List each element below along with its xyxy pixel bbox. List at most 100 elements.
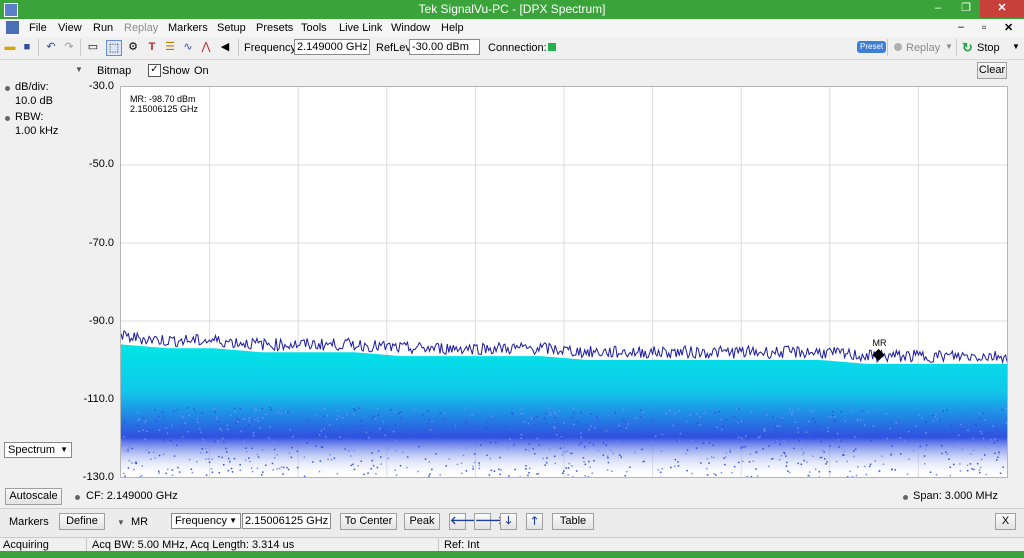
dpx-bitmap-speck (946, 453, 949, 455)
close-button[interactable]: ✕ (980, 0, 1024, 18)
menu-live-link[interactable]: Live Link (339, 22, 382, 34)
dpx-bitmap-speck (353, 408, 355, 410)
span-value[interactable]: Span: 3.000 MHz (913, 490, 998, 502)
menu-view[interactable]: View (58, 22, 82, 34)
marker-select[interactable]: MR (131, 516, 148, 528)
dpx-bitmap-speck (708, 441, 711, 444)
window-layout-icon[interactable]: ▭ (86, 40, 100, 54)
spectrum-plot[interactable]: MR MR: -98.70 dBm 2.15006125 GHz (120, 86, 1008, 478)
autoscale-button[interactable]: Autoscale (5, 488, 62, 505)
dpx-bitmap-speck (374, 418, 377, 420)
rbw-value[interactable]: 1.00 kHz (15, 125, 58, 137)
undo-icon[interactable]: ↶ (44, 40, 58, 54)
center-frequency[interactable]: CF: 2.149000 GHz (86, 490, 178, 502)
close-marker-bar-button[interactable]: X (995, 513, 1016, 530)
measurements-icon[interactable]: ☰ (163, 40, 177, 54)
dpx-bitmap-speck (344, 448, 346, 450)
dpx-bitmap-speck (812, 455, 814, 457)
db-div-value[interactable]: 10.0 dB (15, 95, 53, 107)
view-select[interactable]: Spectrum ▼ (4, 442, 72, 458)
dpx-bitmap-speck (869, 463, 872, 465)
dpx-bitmap-speck (870, 440, 872, 442)
replay-dropdown-arrow-icon[interactable]: ▼ (945, 42, 953, 51)
dpx-bitmap-speck (188, 458, 191, 461)
settings-gear-icon[interactable]: ⚙ (126, 40, 140, 54)
dpx-bitmap-speck (572, 435, 575, 438)
save-icon[interactable]: ■ (20, 40, 34, 54)
dpx-bitmap-speck (821, 456, 823, 458)
dpx-bitmap-speck (976, 462, 979, 465)
dpx-bitmap-speck (288, 436, 291, 438)
peak-right-button[interactable]: 🡒 (474, 513, 505, 530)
stop-dropdown-arrow-icon[interactable]: ▼ (1012, 42, 1020, 51)
dpx-bitmap-speck (398, 412, 400, 415)
dpx-bitmap-speck (240, 430, 242, 433)
menu-help[interactable]: Help (441, 22, 464, 34)
dpx-bitmap-speck (563, 470, 565, 472)
dpx-bitmap-speck (999, 472, 1002, 474)
dpx-bitmap-speck (996, 440, 999, 442)
dpx-bitmap-band (121, 344, 1007, 477)
menu-markers[interactable]: Markers (168, 22, 208, 34)
to-center-button[interactable]: To Center (340, 513, 397, 530)
menu-presets[interactable]: Presets (256, 22, 293, 34)
peak-left-button[interactable]: 🡐 (449, 513, 480, 530)
dpx-bitmap-speck (214, 411, 216, 413)
dpx-bitmap-speck (590, 425, 592, 427)
menu-tools[interactable]: Tools (301, 22, 327, 34)
table-button[interactable]: Table (552, 513, 594, 530)
select-tool-icon[interactable]: ⬚ (106, 40, 122, 56)
dpx-bitmap-speck (984, 419, 986, 421)
menu-run[interactable]: Run (93, 22, 113, 34)
dpx-bitmap-speck (1005, 422, 1007, 424)
show-checkbox[interactable]: ✓ (148, 64, 161, 77)
marker-dropdown-arrow-icon[interactable]: ▼ (117, 518, 125, 527)
open-folder-icon[interactable]: ▬ (3, 40, 17, 54)
dpx-bitmap-speck (253, 407, 256, 409)
dpx-bitmap-speck (365, 438, 367, 440)
dpx-bitmap-speck (533, 453, 536, 455)
minimize-button[interactable]: – (924, 0, 952, 18)
menu-setup[interactable]: Setup (217, 22, 246, 34)
stop-button[interactable]: Stop (977, 42, 1000, 54)
restore-button[interactable]: ❐ (952, 0, 980, 18)
document-icon[interactable] (6, 21, 19, 34)
peak-button[interactable]: Peak (404, 513, 440, 530)
audio-icon[interactable]: ◀ (218, 40, 232, 54)
marker-value-input[interactable] (242, 513, 331, 529)
dpx-bitmap-speck (763, 427, 766, 430)
peak-down-button[interactable]: 🡓 (500, 513, 517, 530)
dpx-bitmap-speck (363, 433, 366, 435)
preset-button[interactable]: Preset (857, 41, 887, 53)
replay-button[interactable]: Replay (906, 42, 940, 54)
mdi-restore-button[interactable]: ▫ (982, 20, 986, 34)
mdi-minimize-button[interactable]: – (958, 21, 964, 33)
menu-file[interactable]: File (29, 22, 47, 34)
peak-up-button[interactable]: 🡑 (526, 513, 543, 530)
mdi-close-button[interactable]: ✕ (1004, 21, 1013, 34)
dpx-bitmap-speck (545, 461, 547, 464)
clear-button[interactable]: Clear (977, 62, 1007, 79)
define-button[interactable]: Define (59, 513, 105, 530)
dpx-bitmap-speck (759, 435, 761, 438)
frequency-input[interactable] (294, 39, 370, 55)
trace-icon[interactable]: ∿ (181, 40, 195, 54)
marker-param-select[interactable]: Frequency ▼ (171, 513, 241, 529)
dpx-bitmap-speck (222, 437, 224, 440)
dpx-bitmap-speck (230, 467, 233, 470)
dpx-bitmap-speck (941, 452, 943, 455)
peak-search-icon[interactable]: ⋀ (199, 40, 213, 54)
dpx-bitmap-speck (452, 425, 455, 427)
dpx-bitmap-speck (127, 467, 130, 469)
bitmap-dropdown-arrow-icon[interactable]: ▼ (75, 65, 83, 74)
dpx-bitmap-speck (353, 413, 355, 415)
menu-window[interactable]: Window (391, 22, 430, 34)
dpx-bitmap-speck (469, 446, 472, 449)
redo-icon[interactable]: ↷ (62, 40, 76, 54)
dpx-bitmap-speck (223, 441, 225, 443)
dpx-bitmap-speck (528, 449, 530, 452)
dpx-bitmap-speck (489, 457, 492, 460)
reflev-input[interactable] (409, 39, 480, 55)
marker-tool-icon[interactable]: T (145, 40, 159, 54)
menu-replay[interactable]: Replay (124, 22, 158, 34)
